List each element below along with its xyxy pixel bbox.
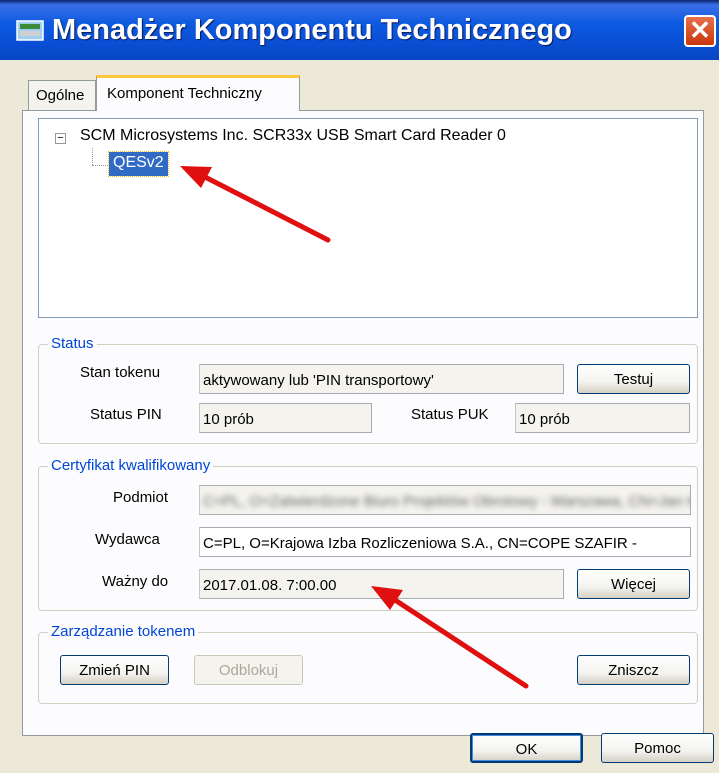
annotation-arrows	[180, 166, 529, 689]
annotation-arrow-tree	[180, 166, 331, 243]
annotation-arrow-valid-to	[371, 586, 529, 689]
dialog-window: Menadżer Komponentu Technicznego ✕ Ogóln…	[0, 0, 719, 773]
